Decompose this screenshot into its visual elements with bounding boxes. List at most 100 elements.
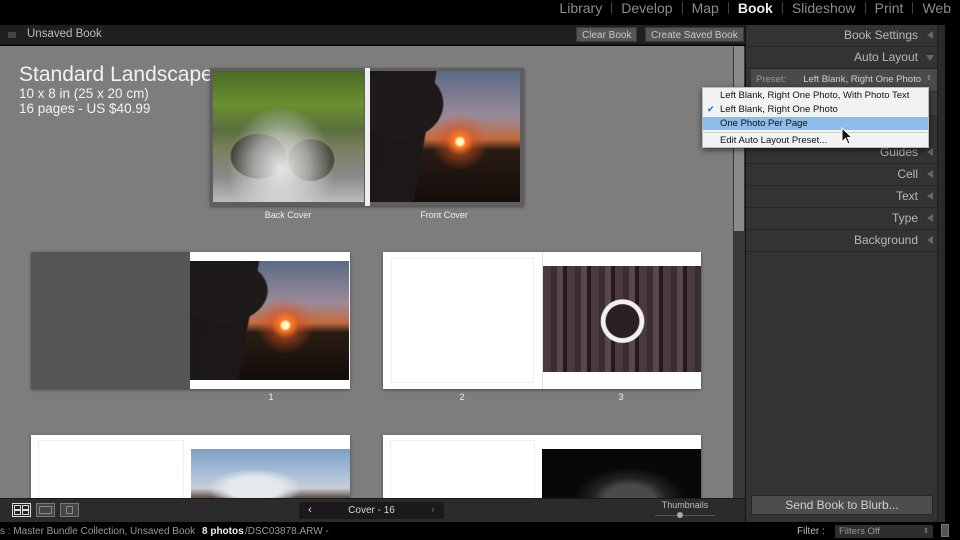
clear-book-button[interactable]: Clear Book	[576, 27, 638, 42]
menu-item-left-blank-right-one-photo-with-text[interactable]: Left Blank, Right One Photo, With Photo …	[703, 89, 928, 102]
panel-title: Cell	[897, 167, 918, 181]
spread-icon	[39, 506, 52, 514]
page-2[interactable]	[383, 252, 542, 389]
source-path[interactable]: s : Master Bundle Collection, Unsaved Bo…	[0, 526, 195, 537]
module-map[interactable]: Map	[683, 0, 728, 16]
grip-icon	[8, 32, 16, 38]
page-1-label: 1	[268, 392, 274, 402]
panel-book-settings[interactable]: Book Settings	[746, 25, 938, 47]
grid-icon	[14, 510, 21, 515]
filter-value: Filters Off	[839, 526, 880, 537]
menu-item-label: Left Blank, Right One Photo	[720, 104, 838, 115]
panel-title: Text	[895, 189, 918, 203]
photo-count: 8 photos	[202, 526, 244, 537]
spread-page-1[interactable]	[31, 252, 350, 389]
module-library[interactable]: Library	[550, 0, 611, 16]
next-page-button[interactable]: ›	[422, 502, 444, 519]
book-dimensions: 10 x 8 in (25 x 20 cm)	[19, 86, 149, 101]
menu-item-label: Left Blank, Right One Photo, With Photo …	[720, 90, 910, 101]
panel-background[interactable]: Background	[746, 230, 938, 252]
panel-cell[interactable]: Cell	[746, 164, 938, 186]
blank-left-page	[31, 252, 190, 389]
page-5[interactable]	[191, 435, 350, 498]
book-toolbar: ‹ Cover - 16 › Thumbnails	[0, 498, 745, 522]
slider-knob[interactable]	[677, 512, 683, 518]
collapse-triangle-icon	[927, 236, 933, 244]
page-1-photo[interactable]	[190, 261, 349, 380]
module-book[interactable]: Book	[729, 0, 782, 16]
book-info: Standard Landscape 10 x 8 in (25 x 20 cm…	[19, 63, 213, 117]
panel-title: Type	[891, 211, 918, 225]
page-4[interactable]	[31, 435, 191, 498]
menu-item-left-blank-right-one-photo[interactable]: ✔ Left Blank, Right One Photo	[703, 103, 928, 116]
thumbnails-slider[interactable]: Thumbnails	[655, 500, 715, 522]
previous-page-button[interactable]: ‹	[299, 502, 321, 519]
filter-lock-toggle[interactable]	[941, 524, 949, 537]
spread-pages-4-5[interactable]	[31, 435, 350, 498]
panel-type[interactable]: Type	[746, 208, 938, 230]
send-book-to-blurb-button[interactable]: Send Book to Blurb...	[751, 495, 933, 515]
create-saved-book-button[interactable]: Create Saved Book	[645, 27, 744, 42]
page-6[interactable]	[383, 435, 542, 498]
page-3[interactable]	[542, 252, 701, 389]
spread-view-button[interactable]	[36, 503, 55, 517]
back-cover-label: Back Cover	[264, 210, 312, 220]
page-7[interactable]	[542, 435, 701, 498]
preset-label: Preset:	[756, 74, 787, 85]
page-1[interactable]	[190, 252, 350, 389]
menu-item-edit-auto-layout-preset[interactable]: Edit Auto Layout Preset...	[703, 134, 928, 147]
thumbnails-label: Thumbnails	[661, 500, 709, 510]
page-2-label: 2	[459, 392, 465, 402]
panel-text[interactable]: Text	[746, 186, 938, 208]
book-title: Unsaved Book	[27, 28, 102, 40]
page-5-photo[interactable]	[191, 449, 350, 498]
page-3-label: 3	[618, 392, 624, 402]
back-cover-photo[interactable]	[213, 71, 364, 202]
collapse-triangle-icon	[927, 214, 933, 222]
preset-dropdown-menu: Left Blank, Right One Photo, With Photo …	[702, 87, 929, 148]
menu-item-one-photo-per-page[interactable]: One Photo Per Page	[703, 117, 928, 130]
status-bar: s : Master Bundle Collection, Unsaved Bo…	[0, 522, 960, 540]
menu-item-label: One Photo Per Page	[720, 118, 808, 129]
spread-pages-2-3[interactable]	[383, 252, 701, 389]
mouse-pointer-icon	[841, 127, 853, 145]
menu-divider	[704, 132, 927, 133]
front-cover-photo[interactable]	[370, 71, 520, 202]
spread-pages-6-7[interactable]	[383, 435, 701, 498]
page-guide	[38, 440, 184, 498]
collapse-triangle-icon	[927, 31, 933, 39]
page-7-photo[interactable]	[542, 449, 701, 498]
module-print[interactable]: Print	[866, 0, 913, 16]
book-header: Unsaved Book Clear Book Create Saved Boo…	[0, 25, 745, 45]
filter-select[interactable]: Filters Off ⇕	[835, 525, 933, 538]
page-range-label: Cover - 16	[348, 505, 395, 516]
page-guide	[390, 440, 535, 498]
module-slideshow[interactable]: Slideshow	[783, 0, 865, 16]
front-cover-label: Front Cover	[420, 210, 468, 220]
panel-title: Background	[853, 233, 918, 247]
module-develop[interactable]: Develop	[612, 0, 681, 16]
book-canvas: Standard Landscape 10 x 8 in (25 x 20 cm…	[0, 46, 733, 498]
collapse-triangle-icon	[927, 170, 933, 178]
panel-auto-layout[interactable]: Auto Layout	[746, 47, 938, 69]
page-3-photo[interactable]	[543, 266, 701, 372]
menu-item-label: Edit Auto Layout Preset...	[720, 135, 828, 146]
single-page-view-button[interactable]	[60, 503, 79, 517]
book-size-name: Standard Landscape	[19, 63, 213, 86]
panel-scrollbar[interactable]	[937, 25, 945, 522]
page-navigator: ‹ Cover - 16 ›	[299, 502, 444, 519]
panel-title: Book Settings	[843, 28, 918, 42]
checkmark-icon: ✔	[707, 104, 715, 114]
page-icon	[66, 506, 73, 514]
collapse-triangle-icon	[927, 148, 933, 156]
multi-page-view-button[interactable]	[12, 503, 31, 517]
module-web[interactable]: Web	[913, 0, 960, 16]
collapse-triangle-icon	[927, 192, 933, 200]
book-pages-price: 16 pages - US $40.99	[19, 101, 151, 116]
filter-label: Filter :	[797, 526, 825, 537]
slider-track[interactable]	[655, 515, 715, 516]
panel-title: Auto Layout	[853, 50, 918, 64]
updown-arrows-icon: ⇕	[923, 528, 929, 535]
current-file: /DSC03878.ARW -	[245, 526, 329, 537]
cover-spread[interactable]	[210, 68, 524, 206]
